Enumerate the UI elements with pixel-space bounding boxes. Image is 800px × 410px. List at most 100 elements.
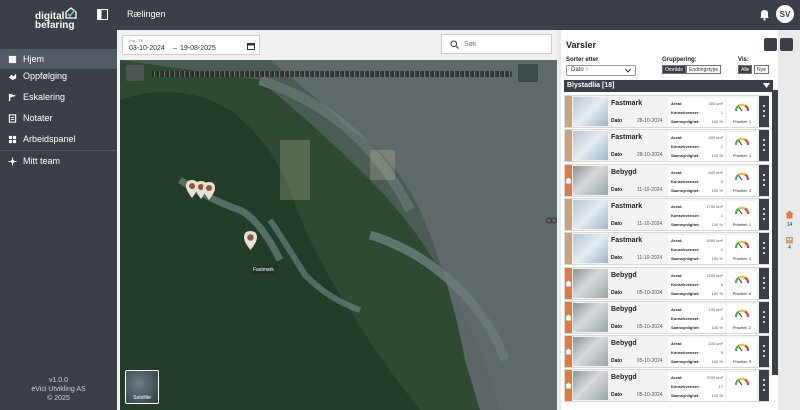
date-label: Dato: [611, 358, 623, 365]
handshake-icon: [8, 73, 17, 80]
map-pin-icon[interactable]: [244, 231, 257, 250]
house-icon: [785, 210, 794, 219]
alert-card[interactable]: Bebygd Dato 11-10-2024 Areal: 600 km² Konsekv…: [564, 163, 769, 197]
alert-date: 05-10-2024: [637, 289, 663, 296]
alert-card[interactable]: Fastmark Dato 28-10-2024 Areal: 300 km² Konse…: [564, 95, 769, 128]
area-value: 400 km²: [708, 135, 723, 141]
map-section: Fra - Til 03-10-2024 – 19-08-2025 Søk Fa…: [117, 30, 558, 410]
gear-icon[interactable]: [764, 38, 777, 51]
more-options-icon[interactable]: [759, 370, 769, 402]
alert-card[interactable]: Fastmark Dato 28-10-2024 Areal: 400 km² Konse…: [564, 129, 769, 163]
more-options-icon[interactable]: [759, 130, 769, 162]
search-bar[interactable]: [441, 34, 552, 54]
alert-thumbnail[interactable]: [573, 371, 608, 401]
prob-label: Sannsynlighet:: [671, 324, 700, 330]
gauge-icon: [735, 309, 749, 318]
map-canvas: [120, 60, 557, 410]
avatar[interactable]: SV: [776, 5, 794, 23]
alert-card[interactable]: Bebygd Dato 05-10-2024 Areal: 100 km² Konsekv…: [564, 300, 769, 334]
alert-type: Fastmark: [611, 100, 643, 107]
sidebar-item-oppfolging[interactable]: Oppfølging: [0, 66, 117, 86]
priority-label: Prioritet: 8: [732, 290, 752, 296]
alert-thumbnail[interactable]: [573, 131, 608, 161]
gauge-icon: [735, 172, 749, 180]
calendar-icon[interactable]: [247, 42, 255, 50]
alert-card[interactable]: Bebygd Dato 05-10-2024 Areal: 3700 km² Konsek…: [564, 369, 769, 403]
alert-stats: Areal: 100 km² Konsekvenser: 5 Sannsynlighet…: [668, 338, 725, 368]
prob-label: Sannsynlighet:: [671, 256, 700, 262]
sidebar-item-eskalering[interactable]: Eskalering: [0, 87, 117, 107]
sidebar-item-label: Mitt team: [23, 156, 61, 166]
show-option-nye[interactable]: Nye: [754, 65, 769, 74]
group-header[interactable]: Blystadlia [18]: [564, 80, 773, 92]
group-option-endringstype[interactable]: Endringstype: [686, 65, 722, 74]
date-to[interactable]: 19-08-2025: [180, 45, 216, 52]
conseq-label: Konsekvenser:: [671, 144, 700, 150]
gauge-icon: [735, 275, 749, 283]
priority-label: Prioritet: 1: [732, 153, 752, 159]
bell-icon[interactable]: [758, 8, 771, 21]
pin-cluster[interactable]: [186, 180, 216, 202]
alert-thumbnail[interactable]: [573, 199, 608, 229]
area-label: Areal:: [671, 238, 683, 244]
collapse-sidebar-icon[interactable]: [97, 9, 108, 20]
map-attribution: [152, 71, 512, 77]
date-range-picker[interactable]: Fra - Til 03-10-2024 – 19-08-2025: [122, 35, 260, 55]
area-value: 100 km²: [708, 341, 723, 347]
conseq-value: 17: [718, 384, 723, 390]
sidebar-item-arbeidspanel[interactable]: Arbeidspanel: [0, 129, 117, 149]
export-icon[interactable]: [780, 38, 793, 51]
search-input[interactable]: [464, 38, 546, 51]
house-icon: [565, 280, 572, 286]
alert-thumbnail[interactable]: [573, 302, 608, 332]
conseq-value: 8: [720, 281, 723, 287]
app-version: v1.0.0: [48, 377, 69, 384]
more-options-icon[interactable]: [759, 164, 769, 196]
alert-thumbnail[interactable]: [573, 165, 608, 195]
alert-thumbnail[interactable]: [573, 97, 608, 126]
more-options-icon[interactable]: [759, 267, 769, 299]
sort-label: Sorter etter: [566, 57, 599, 63]
date-from[interactable]: 03-10-2024: [129, 45, 165, 52]
priority-gauge: Prioritet: 1: [727, 98, 757, 127]
conseq-value: 5: [720, 350, 723, 356]
3d-view-button[interactable]: [518, 64, 538, 82]
app: digital befaring Hjem Oppfølging Eskaler…: [0, 0, 800, 410]
sidebar-item-notater[interactable]: Notater: [0, 108, 117, 128]
area-label: Areal:: [671, 272, 683, 278]
alert-date: 28-10-2024: [637, 118, 663, 124]
sidebar-item-mitt-team[interactable]: Mitt team: [0, 151, 117, 171]
satellite-layer-toggle[interactable]: Satellite: [125, 370, 159, 404]
alert-type: Fastmark: [611, 202, 643, 210]
alert-card[interactable]: Fastmark Dato 11-10-2024 Areal: 1000 km² Kons…: [564, 232, 769, 266]
satellite-map[interactable]: Fastmark Satellite: [120, 60, 557, 410]
alert-thumbnail[interactable]: [573, 268, 608, 298]
alert-card[interactable]: Bebygd Dato 05-10-2024 Areal: 1200 km² Konsek…: [564, 266, 769, 300]
alert-thumbnail[interactable]: [573, 337, 608, 367]
alert-stats: Areal: 100 km² Konsekvenser: 2 Sannsynlighet…: [668, 303, 725, 333]
alert-type: Fastmark: [611, 237, 643, 245]
priority-label: Prioritet: 1: [732, 119, 752, 124]
prob-label: Sannsynlighet:: [671, 221, 700, 227]
more-options-icon[interactable]: [759, 96, 769, 127]
scrollbar[interactable]: [772, 90, 778, 375]
area-value: 600 km²: [708, 169, 723, 175]
more-options-icon[interactable]: [759, 301, 769, 333]
show-option-alle[interactable]: Alle: [738, 65, 753, 74]
more-options-icon[interactable]: [759, 198, 769, 230]
alert-card[interactable]: Bebygd Dato 05-10-2024 Areal: 100 km² Konsekv…: [564, 335, 769, 369]
link-icon[interactable]: [546, 216, 557, 225]
group-option-omrade[interactable]: Område: [662, 65, 687, 74]
priority-gauge: Prioritet: 3: [727, 166, 757, 196]
house-icon: [565, 348, 572, 355]
change-type-strip: [565, 96, 572, 127]
conseq-value: 2: [720, 315, 723, 321]
alert-card[interactable]: Fastmark Dato 11-10-2024 Areal: 1700 km² Kons…: [564, 197, 769, 231]
area-label: Areal:: [671, 101, 683, 106]
more-options-icon[interactable]: [759, 233, 769, 265]
alert-thumbnail[interactable]: [573, 234, 608, 264]
more-options-icon[interactable]: [759, 336, 769, 368]
conseq-label: Konsekvenser:: [671, 212, 700, 218]
sort-select[interactable]: Dato ↑: [566, 65, 636, 76]
layers-button[interactable]: [126, 65, 144, 81]
